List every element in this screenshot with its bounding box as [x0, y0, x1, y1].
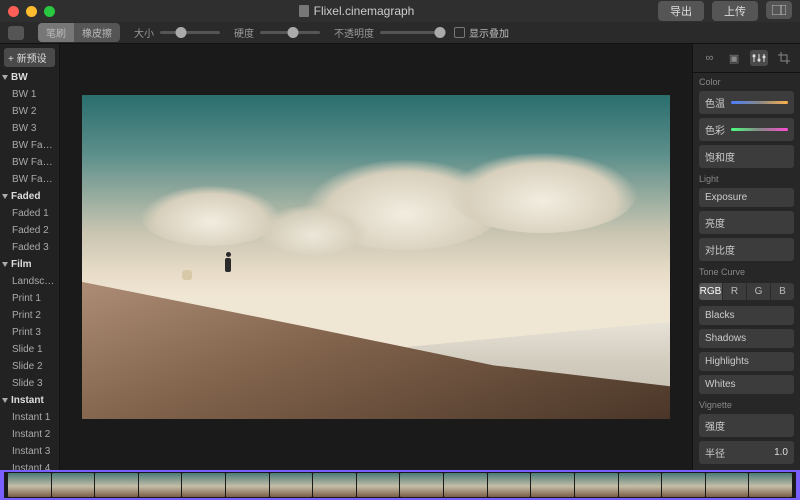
tint-row[interactable]: 色彩	[699, 118, 794, 141]
close-icon[interactable]	[8, 6, 19, 17]
brush-tab[interactable]: 笔刷	[38, 23, 74, 42]
preset-item[interactable]: BW 3	[0, 120, 59, 137]
preset-item[interactable]: Instant 1	[0, 409, 59, 426]
highlights-row[interactable]: Highlights	[699, 352, 794, 371]
timeline-frame[interactable]	[182, 473, 225, 497]
preset-item[interactable]: Faded 3	[0, 239, 59, 256]
vignette-section-header: Vignette	[693, 396, 800, 412]
saturation-row[interactable]: 饱和度	[699, 145, 794, 168]
temperature-row[interactable]: 色温	[699, 91, 794, 114]
preset-item[interactable]: BW Fad…	[0, 154, 59, 171]
preset-item[interactable]: Instant 3	[0, 443, 59, 460]
contrast-row[interactable]: 对比度	[699, 238, 794, 261]
timeline-frame[interactable]	[619, 473, 662, 497]
timeline-frame[interactable]	[749, 473, 792, 497]
shadows-row[interactable]: Shadows	[699, 329, 794, 348]
exposure-row[interactable]: Exposure	[699, 188, 794, 207]
curve-channel-segment[interactable]: RGB R G B	[699, 283, 794, 300]
adjust-tab-icon[interactable]	[750, 50, 768, 66]
curve-g[interactable]: G	[747, 283, 771, 300]
size-slider[interactable]	[160, 31, 220, 34]
preset-group-bw[interactable]: BW	[0, 69, 59, 86]
vignette-intensity-row[interactable]: 强度	[699, 414, 794, 437]
timeline-frame[interactable]	[226, 473, 269, 497]
preset-item[interactable]: Faded 2	[0, 222, 59, 239]
timeline-frame[interactable]	[531, 473, 574, 497]
sidebar-toggle-icon[interactable]	[766, 1, 792, 19]
titlebar: Flixel.cinemagraph 导出 上传	[0, 0, 800, 22]
light-section-header: Light	[693, 170, 800, 186]
preset-item[interactable]: Landsc…	[0, 273, 59, 290]
zoom-icon[interactable]	[44, 6, 55, 17]
canvas-area	[60, 44, 692, 470]
preset-item[interactable]: Slide 3	[0, 375, 59, 392]
timeline-frame[interactable]	[95, 473, 138, 497]
preset-item[interactable]: BW Fad…	[0, 137, 59, 154]
export-button[interactable]: 导出	[658, 1, 704, 21]
disclosure-icon	[2, 75, 8, 80]
timeline-frame[interactable]	[706, 473, 749, 497]
vignette-radius-row[interactable]: 半径1.0	[699, 441, 794, 464]
size-label: 大小	[134, 25, 154, 40]
window-controls	[8, 6, 55, 17]
document-title: Flixel.cinemagraph	[61, 4, 652, 18]
opacity-label: 不透明度	[334, 25, 374, 40]
timeline[interactable]	[0, 470, 800, 500]
eraser-tab[interactable]: 橡皮擦	[74, 23, 120, 42]
disclosure-icon	[2, 194, 8, 199]
minimize-icon[interactable]	[26, 6, 37, 17]
brush-eraser-segment[interactable]: 笔刷 橡皮擦	[38, 23, 120, 42]
color-section-header: Color	[693, 73, 800, 89]
curve-b[interactable]: B	[771, 283, 794, 300]
timeline-frame[interactable]	[270, 473, 313, 497]
overlay-checkbox[interactable]: 显示叠加	[454, 25, 509, 40]
preset-group-faded[interactable]: Faded	[0, 188, 59, 205]
preset-sidebar: + 新预设 BWBW 1BW 2BW 3BW Fad…BW Fad…BW Fad…	[0, 44, 60, 470]
opacity-slider[interactable]	[380, 31, 440, 34]
timeline-frame[interactable]	[139, 473, 182, 497]
preset-item[interactable]: Slide 2	[0, 358, 59, 375]
preset-item[interactable]: Faded 1	[0, 205, 59, 222]
timeline-frame[interactable]	[52, 473, 95, 497]
tone-curve-section-header: Tone Curve	[693, 263, 800, 279]
curve-rgb[interactable]: RGB	[699, 283, 723, 300]
blacks-row[interactable]: Blacks	[699, 306, 794, 325]
hardness-label: 硬度	[234, 25, 254, 40]
brightness-row[interactable]: 亮度	[699, 211, 794, 234]
loop-tab-icon[interactable]: ∞	[700, 50, 718, 66]
tool-picker-icon[interactable]	[8, 26, 24, 40]
preset-group-instant[interactable]: Instant	[0, 392, 59, 409]
preset-item[interactable]: BW Fad…	[0, 171, 59, 188]
preset-item[interactable]: Instant 2	[0, 426, 59, 443]
curve-r[interactable]: R	[723, 283, 747, 300]
timeline-frame[interactable]	[313, 473, 356, 497]
preset-item[interactable]: Print 2	[0, 307, 59, 324]
timeline-frame[interactable]	[357, 473, 400, 497]
preset-item[interactable]: Print 3	[0, 324, 59, 341]
timeline-frame[interactable]	[400, 473, 443, 497]
disclosure-icon	[2, 398, 8, 403]
timeline-frame[interactable]	[8, 473, 51, 497]
inspector: ∞ ▣ Color 色温 色彩 饱和度 Light Exposure 亮度 对比…	[692, 44, 800, 470]
preset-item[interactable]: Slide 1	[0, 341, 59, 358]
preset-item[interactable]: BW 2	[0, 103, 59, 120]
disclosure-icon	[2, 262, 8, 267]
preset-item[interactable]: Print 1	[0, 290, 59, 307]
timeline-frame[interactable]	[662, 473, 705, 497]
upload-button[interactable]: 上传	[712, 1, 758, 21]
timeline-frame[interactable]	[488, 473, 531, 497]
whites-row[interactable]: Whites	[699, 375, 794, 394]
toolbar: 笔刷 橡皮擦 大小 硬度 不透明度 显示叠加	[0, 22, 800, 44]
crop-tab-icon[interactable]	[775, 50, 793, 66]
document-icon	[299, 5, 309, 17]
preset-item[interactable]: BW 1	[0, 86, 59, 103]
preset-group-film[interactable]: Film	[0, 256, 59, 273]
timeline-frame[interactable]	[575, 473, 618, 497]
timeline-frame[interactable]	[444, 473, 487, 497]
image-tab-icon[interactable]: ▣	[725, 50, 743, 66]
preset-item[interactable]: Instant 4	[0, 460, 59, 470]
add-preset-button[interactable]: + 新预设	[4, 48, 55, 67]
preview-image[interactable]	[82, 95, 670, 419]
hardness-slider[interactable]	[260, 31, 320, 34]
